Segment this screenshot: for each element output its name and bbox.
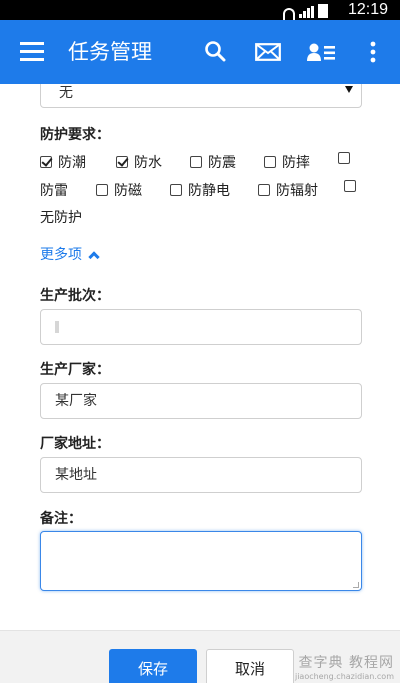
select-field[interactable]: 无 [40,84,362,108]
checkbox-icon[interactable] [190,156,202,168]
checkbox-icon[interactable] [258,184,270,196]
more-items-label: 更多项 [40,247,82,263]
status-bar: 12:19 [0,0,400,20]
more-items-toggle[interactable]: 更多项 [40,244,100,264]
cancel-button[interactable]: 取消 [206,649,294,683]
checkbox-icon[interactable] [264,156,276,168]
caret-down-icon [345,86,353,93]
wifi-icon [283,8,295,20]
checkbox-waterproof[interactable]: 防水 [116,152,162,172]
checkbox-label: 防潮 [58,155,86,171]
checkbox-label: 防震 [208,155,236,171]
watermark-url: jiaocheng.chazidian.com [294,672,394,681]
checkbox-label: 防静电 [188,183,230,199]
save-button[interactable]: 保存 [109,649,197,683]
checkbox-label-lightning: 防雷 [40,183,68,199]
protection-label: 防护要求： [40,127,110,143]
checkbox-icon[interactable] [170,184,182,196]
checkbox-lightning-box[interactable] [338,152,356,164]
checkbox-magnetic[interactable]: 防磁 [96,180,142,200]
batch-input[interactable] [40,309,362,345]
page-title: 任务管理 [68,40,152,64]
status-icons [283,2,328,20]
checkbox-checked-icon[interactable] [40,156,52,168]
checkbox-moisture[interactable]: 防潮 [40,152,86,172]
address-input[interactable]: 某地址 [40,457,362,493]
checkbox-antiradiation[interactable]: 防辐射 [258,180,318,200]
batch-label: 生产批次： [40,288,110,304]
checkbox-none-box[interactable] [344,180,362,192]
remarks-textarea[interactable] [40,531,362,591]
checkbox-label: 防辐射 [276,183,318,199]
mail-icon[interactable] [255,43,281,61]
bottom-action-bar: 保存 取消 查字典 教程网 jiaocheng.chazidian.com [0,630,400,683]
checkbox-dropproof[interactable]: 防摔 [264,152,310,172]
remarks-label: 备注： [40,511,82,527]
text-cursor [55,321,59,333]
checkbox-label: 防摔 [282,155,310,171]
manufacturer-label: 生产厂家： [40,362,110,378]
menu-icon[interactable] [20,42,46,62]
checkbox-label-none: 无防护 [40,210,82,226]
battery-icon [318,4,328,18]
signal-icon [299,6,314,18]
watermark-text: 查字典 教程网 [298,655,394,671]
manufacturer-value: 某厂家 [55,393,97,409]
address-label: 厂家地址： [40,436,110,452]
search-icon[interactable] [204,40,226,62]
contacts-icon[interactable] [306,42,336,62]
form-content: 无 防护要求： 防潮 防水 防震 防摔 防雷 防磁 防静电 防辐射 无防护 更多… [0,84,400,630]
manufacturer-input[interactable]: 某厂家 [40,383,362,419]
checkbox-icon[interactable] [96,184,108,196]
status-time: 12:19 [347,1,388,18]
checkbox-checked-icon[interactable] [116,156,128,168]
more-vert-icon[interactable] [366,41,380,63]
checkbox-icon[interactable] [344,180,356,192]
resize-handle[interactable] [353,582,359,588]
chevron-up-icon [88,250,100,263]
checkbox-shockproof[interactable]: 防震 [190,152,236,172]
checkbox-icon[interactable] [338,152,350,164]
address-value: 某地址 [55,467,97,483]
app-bar: 任务管理 [0,20,400,84]
watermark: 查字典 教程网 jiaocheng.chazidian.com [295,652,394,681]
select-value: 无 [59,85,73,101]
checkbox-label: 防磁 [114,183,142,199]
checkbox-antistatic[interactable]: 防静电 [170,180,230,200]
checkbox-label: 防水 [134,155,162,171]
